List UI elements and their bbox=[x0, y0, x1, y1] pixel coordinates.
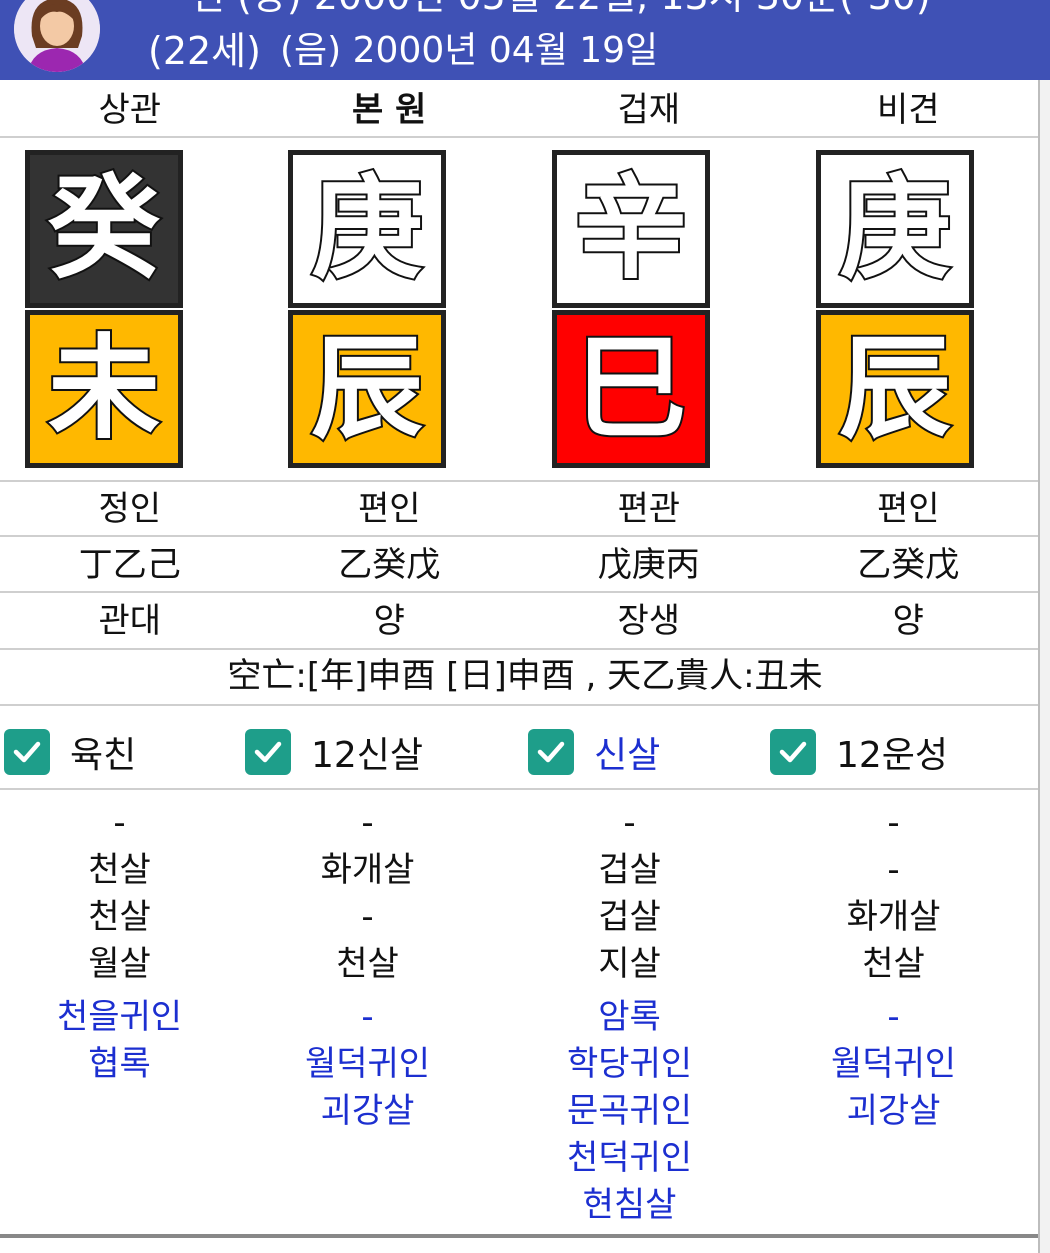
ten-god-label: 정인 bbox=[98, 489, 162, 529]
sinsal-item: 천살 bbox=[88, 897, 151, 937]
hidden-stems: 乙癸戊 bbox=[857, 545, 960, 585]
sinsal-list-col: - - 화개살 천살 - 월덕귀인 괴강살 bbox=[762, 800, 1025, 1135]
sinsal-item-blue: - bbox=[361, 997, 374, 1037]
heavenly-stem-tile[interactable]: 癸 bbox=[25, 150, 183, 308]
stem-char: 癸 bbox=[46, 163, 162, 294]
sinsal-item-blue: 협록 bbox=[88, 1044, 151, 1084]
stem-char: 庚 bbox=[837, 163, 953, 294]
heavenly-stem-tile[interactable]: 庚 bbox=[816, 150, 974, 308]
pillar-title-main: 본 원 bbox=[352, 90, 427, 130]
header-bar: 년 (양) 2000년 05월 22일, 13시 30분(-30) (22세) … bbox=[0, 0, 1050, 80]
branch-char: 辰 bbox=[309, 323, 425, 454]
checkbox-label: 12운성 bbox=[836, 735, 949, 776]
sinsal-item-blue: 천덕귀인 bbox=[566, 1138, 693, 1178]
sinsal-item: 화개살 bbox=[846, 897, 941, 937]
pillar-title: 겁재 bbox=[617, 90, 681, 130]
divider bbox=[0, 788, 1038, 790]
checkbox-12sinsal[interactable]: 12신살 bbox=[245, 726, 423, 778]
sinsal-item-blue: 문곡귀인 bbox=[566, 1091, 693, 1131]
ten-god-label: 편관 bbox=[617, 489, 681, 529]
earthly-branch-tile[interactable]: 巳 bbox=[552, 310, 710, 468]
branch-char: 辰 bbox=[837, 323, 953, 454]
pillar-title: 비견 bbox=[876, 90, 940, 130]
kongmang-info: 空亡:[年]申酉 [日]申酉 , 天乙貴人:丑未 bbox=[227, 656, 823, 696]
avatar[interactable] bbox=[14, 0, 100, 72]
checkbox-label: 12신살 bbox=[311, 735, 424, 776]
birth-lunar-date: (음) 2000년 04월 19일 bbox=[280, 30, 659, 71]
sinsal-item: 겁살 bbox=[598, 850, 661, 890]
branch-char: 未 bbox=[46, 323, 162, 454]
checkbox-label: 육친 bbox=[70, 735, 137, 776]
sinsal-list-col: - 겁살 겁살 지살 암록 학당귀인 문곡귀인 천덕귀인 현침살 bbox=[498, 800, 761, 1229]
sinsal-item: - bbox=[623, 803, 636, 843]
twelve-stage-label: 양 bbox=[373, 601, 405, 641]
hidden-stems: 戊庚丙 bbox=[597, 545, 700, 585]
sinsal-item: - bbox=[887, 850, 900, 890]
divider bbox=[0, 136, 1038, 138]
earthly-branch-tile[interactable]: 辰 bbox=[816, 310, 974, 468]
pillar-title-row: 상관 본 원 겁재 비견 bbox=[0, 84, 1038, 136]
earthly-branch-tile[interactable]: 辰 bbox=[288, 310, 446, 468]
sinsal-item-blue: 현침살 bbox=[582, 1185, 677, 1225]
twelve-stage-label: 관대 bbox=[98, 601, 162, 641]
checkbox-checked-icon[interactable] bbox=[4, 729, 50, 775]
divider bbox=[0, 704, 1038, 706]
sinsal-item-blue: 천을귀인 bbox=[56, 997, 183, 1037]
pillar-title: 상관 bbox=[98, 90, 162, 130]
sinsal-item: 겁살 bbox=[598, 897, 661, 937]
divider bbox=[0, 591, 1038, 593]
sinsal-item: 천살 bbox=[336, 944, 399, 984]
twelve-stages-row: 관대 양 장생 양 bbox=[0, 594, 1038, 648]
sinsal-item-blue: 암록 bbox=[598, 997, 661, 1037]
display-options: 육친 12신살 신살 12운성 bbox=[0, 718, 1050, 778]
sinsal-item-blue: 괴강살 bbox=[320, 1091, 415, 1131]
divider bbox=[0, 535, 1038, 537]
checkbox-checked-icon[interactable] bbox=[528, 729, 574, 775]
checkbox-yukchin[interactable]: 육친 bbox=[4, 726, 136, 778]
ten-god-label: 편인 bbox=[357, 489, 421, 529]
hidden-stems: 乙癸戊 bbox=[338, 545, 441, 585]
branch-char: 巳 bbox=[573, 323, 689, 454]
scroll-edge[interactable] bbox=[1038, 80, 1050, 1253]
sinsal-list-col: - 천살 천살 월살 천을귀인 협록 bbox=[0, 800, 251, 1088]
sinsal-item: 월살 bbox=[88, 944, 151, 984]
twelve-stage-label: 양 bbox=[892, 601, 924, 641]
sinsal-item-blue: 월덕귀인 bbox=[830, 1044, 957, 1084]
ten-gods-row: 정인 편인 편관 편인 bbox=[0, 482, 1038, 536]
birth-solar-date: 년 (양) 2000년 05월 22일, 13시 30분(-30) bbox=[190, 0, 931, 18]
sinsal-item: - bbox=[361, 897, 374, 937]
ten-god-label: 편인 bbox=[876, 489, 940, 529]
sinsal-item: 천살 bbox=[862, 944, 925, 984]
stem-char: 庚 bbox=[309, 163, 425, 294]
sinsal-item-blue: 월덕귀인 bbox=[304, 1044, 431, 1084]
stem-char: 辛 bbox=[573, 163, 689, 294]
heavenly-stem-tile[interactable]: 辛 bbox=[552, 150, 710, 308]
checkbox-checked-icon[interactable] bbox=[770, 729, 816, 775]
sinsal-item-blue: - bbox=[887, 997, 900, 1037]
female-avatar-icon bbox=[14, 0, 100, 72]
earthly-branch-tile[interactable]: 未 bbox=[25, 310, 183, 468]
checkbox-12unseong[interactable]: 12운성 bbox=[770, 726, 948, 778]
heavenly-stem-tile[interactable]: 庚 bbox=[288, 150, 446, 308]
twelve-stage-label: 장생 bbox=[617, 601, 681, 641]
sinsal-list-col: - 화개살 - 천살 - 월덕귀인 괴강살 bbox=[236, 800, 499, 1135]
sinsal-item-blue: 학당귀인 bbox=[566, 1044, 693, 1084]
sinsal-item: - bbox=[361, 803, 374, 843]
checkbox-label: 신살 bbox=[594, 735, 661, 776]
sinsal-item: 화개살 bbox=[320, 850, 415, 890]
sinsal-item: 천살 bbox=[88, 850, 151, 890]
hidden-stems: 丁乙己 bbox=[78, 545, 181, 585]
bottom-divider bbox=[0, 1234, 1038, 1238]
hidden-stems-row: 丁乙己 乙癸戊 戊庚丙 乙癸戊 bbox=[0, 538, 1038, 592]
divider bbox=[0, 648, 1038, 650]
sinsal-item: - bbox=[887, 803, 900, 843]
checkbox-checked-icon[interactable] bbox=[245, 729, 291, 775]
sinsal-item-blue: 괴강살 bbox=[846, 1091, 941, 1131]
checkbox-sinsal[interactable]: 신살 bbox=[528, 726, 660, 778]
sinsal-item: - bbox=[113, 803, 126, 843]
sinsal-item: 지살 bbox=[598, 944, 661, 984]
age-label: (22세) bbox=[148, 29, 261, 73]
